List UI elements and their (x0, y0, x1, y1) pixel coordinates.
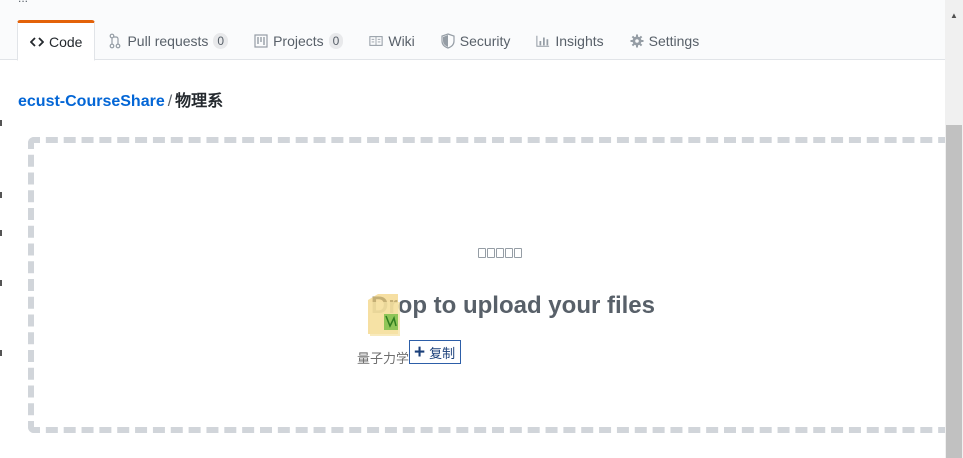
pull-requests-count: 0 (213, 33, 229, 49)
tab-wiki[interactable]: Wiki (356, 20, 427, 60)
repo-nav-tabs: Code Pull requests 0 Projects 0 Wiki Sec… (17, 20, 712, 61)
gear-icon (630, 33, 644, 49)
vertical-scrollbar[interactable]: ▲ (945, 0, 963, 458)
file-pdf-icon (514, 248, 522, 258)
tab-insights[interactable]: Insights (523, 20, 616, 60)
dragged-folder-ghost: 量子力学 (356, 288, 416, 368)
tab-label: Settings (648, 33, 700, 49)
tab-label: Code (49, 33, 83, 50)
breadcrumb-current-folder: 物理系 (175, 93, 224, 110)
git-pull-request-icon (108, 33, 122, 49)
repo-header-clipped-text: ... (0, 0, 945, 6)
drag-effect-label: 复制 (429, 345, 456, 361)
folder-icon (368, 294, 400, 336)
file-media-icon (487, 248, 495, 258)
tab-label: Projects (273, 33, 324, 49)
tab-settings[interactable]: Settings (617, 20, 713, 60)
tab-label: Insights (555, 33, 604, 49)
tab-label: Security (459, 33, 511, 49)
left-edge-marks (0, 120, 2, 420)
book-icon (369, 33, 384, 49)
file-drop-zone[interactable] (28, 137, 963, 433)
project-icon (254, 33, 268, 49)
projects-count: 0 (328, 33, 344, 49)
dragged-item-label: 量子力学 (357, 351, 410, 366)
scrollbar-thumb[interactable] (946, 125, 962, 458)
code-icon (30, 34, 44, 50)
tab-pull-requests[interactable]: Pull requests 0 (95, 20, 241, 60)
breadcrumb: ecust-CourseShare / 物理系 (18, 87, 223, 111)
shield-icon (441, 33, 455, 49)
drag-copy-indicator: + 复制 (409, 340, 462, 364)
file-text-icon (505, 248, 513, 258)
file-icon (478, 248, 486, 258)
breadcrumb-separator: / (167, 93, 173, 110)
plus-icon: + (414, 341, 426, 363)
file-type-icons (478, 248, 522, 258)
breadcrumb-repo-link[interactable]: ecust-CourseShare (18, 93, 165, 110)
tab-code[interactable]: Code (17, 20, 96, 61)
file-code-icon (496, 248, 504, 258)
tab-label: Pull requests (127, 33, 209, 49)
tab-label: Wiki (388, 33, 415, 49)
graph-icon (536, 33, 550, 49)
tab-projects[interactable]: Projects 0 (241, 20, 356, 60)
scroll-up-arrow-icon[interactable]: ▲ (945, 0, 963, 30)
tab-security[interactable]: Security (428, 20, 524, 60)
